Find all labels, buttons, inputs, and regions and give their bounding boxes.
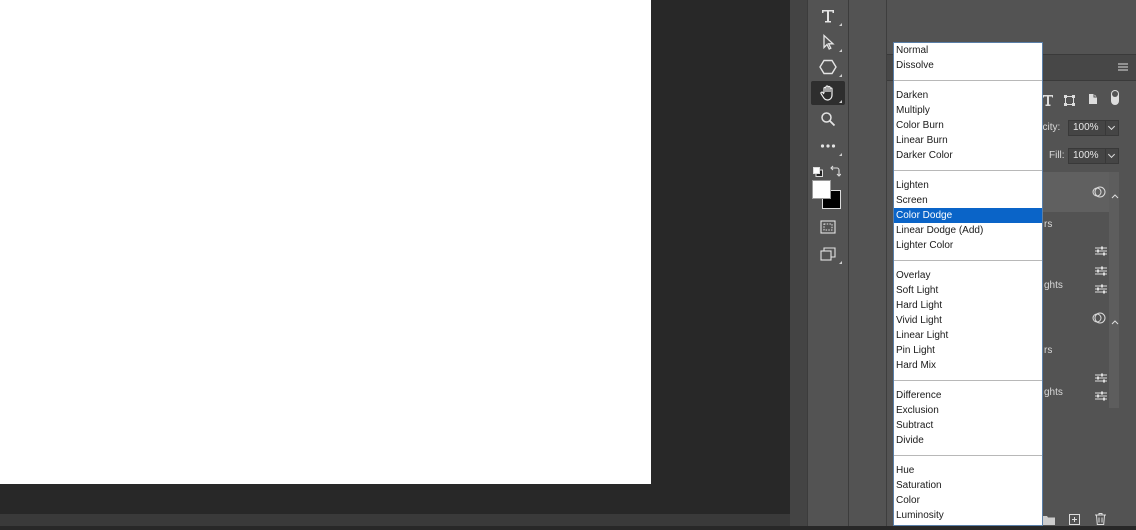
menu-separator: [894, 373, 1042, 388]
menu-separator: [894, 73, 1042, 88]
filter-options-icon[interactable]: [1095, 281, 1107, 299]
blend-mode-dropdown[interactable]: Normal Dissolve Darken Multiply Color Burn Li…: [893, 42, 1043, 526]
tool-flyout-indicator: [839, 23, 842, 26]
blend-mode-option[interactable]: Darken: [894, 88, 1042, 103]
expand-arrow-icon[interactable]: [1111, 312, 1119, 330]
arrow-icon: [823, 34, 835, 50]
panel-top-area: [887, 0, 1136, 40]
layer-label-partial: rs: [1044, 345, 1053, 356]
blend-mode-option[interactable]: Color Dodge: [894, 208, 1042, 223]
hexagon-icon: [819, 59, 837, 75]
blend-mode-option[interactable]: Linear Light: [894, 328, 1042, 343]
blend-mode-option[interactable]: Hard Light: [894, 298, 1042, 313]
hand-icon: [820, 85, 833, 101]
blend-mode-option[interactable]: Subtract: [894, 418, 1042, 433]
blend-mode-option[interactable]: Linear Burn: [894, 133, 1042, 148]
more-tools[interactable]: [811, 134, 845, 158]
blend-mode-option[interactable]: Lighten: [894, 178, 1042, 193]
opacity-dropdown-button[interactable]: [1105, 120, 1119, 136]
filter-options-icon[interactable]: [1095, 263, 1107, 281]
blend-mode-option[interactable]: Screen: [894, 193, 1042, 208]
magnifier-icon: [821, 112, 836, 127]
blend-mode-option[interactable]: Pin Light: [894, 343, 1042, 358]
type-icon: [822, 10, 834, 23]
blend-mode-option[interactable]: Dissolve: [894, 58, 1042, 73]
tool-flyout-indicator: [839, 153, 842, 156]
opacity-input[interactable]: 100%: [1068, 120, 1106, 136]
type-filter-icon[interactable]: [1043, 93, 1053, 111]
layers-scrollbar[interactable]: [1109, 172, 1119, 408]
menu-separator: [894, 448, 1042, 463]
layer-label-partial: rs: [1044, 219, 1053, 230]
smart-object-filter-icon[interactable]: [1088, 92, 1098, 110]
filter-options-icon[interactable]: [1095, 370, 1107, 388]
fill-input[interactable]: 100%: [1068, 148, 1106, 164]
blend-mode-option[interactable]: Soft Light: [894, 283, 1042, 298]
blend-mode-option[interactable]: Color Burn: [894, 118, 1042, 133]
quick-mask-mode[interactable]: [811, 215, 845, 239]
tool-flyout-indicator: [839, 49, 842, 52]
blend-mode-option[interactable]: Vivid Light: [894, 313, 1042, 328]
foreground-color-swatch[interactable]: [812, 180, 831, 199]
folder-icon[interactable]: [1043, 512, 1055, 530]
blend-mode-option[interactable]: Darker Color: [894, 148, 1042, 163]
smart-filter-visibility-icon[interactable]: [1092, 185, 1106, 203]
blend-mode-option[interactable]: Saturation: [894, 478, 1042, 493]
layers-panel-footer: [1040, 510, 1136, 526]
filter-options-icon[interactable]: [1095, 388, 1107, 406]
menu-separator: [894, 163, 1042, 178]
shape-tool[interactable]: [811, 55, 845, 79]
blend-mode-option[interactable]: Luminosity: [894, 508, 1042, 523]
swap-colors-icon[interactable]: [829, 164, 842, 177]
new-layer-icon[interactable]: [1069, 512, 1080, 530]
blend-mode-option[interactable]: Normal: [894, 43, 1042, 58]
blend-mode-option[interactable]: Exclusion: [894, 403, 1042, 418]
smart-filter-visibility-icon[interactable]: [1092, 311, 1106, 329]
blend-mode-list: Normal Dissolve Darken Multiply Color Burn Li…: [894, 43, 1042, 523]
hand-tool[interactable]: [811, 81, 845, 105]
status-bar: [0, 514, 790, 526]
default-colors-icon[interactable]: [813, 164, 823, 177]
panel-dock-column: [849, 0, 887, 526]
screen-mode-icon: [820, 247, 836, 261]
shape-filter-icon[interactable]: [1064, 93, 1075, 111]
quick-mask-icon: [820, 220, 836, 234]
fill-dropdown-button[interactable]: [1105, 148, 1119, 164]
canvas-area[interactable]: [0, 0, 790, 526]
blend-mode-option[interactable]: Difference: [894, 388, 1042, 403]
blend-mode-option[interactable]: Hard Mix: [894, 358, 1042, 373]
ellipsis-icon: [820, 144, 836, 148]
layer-label-partial: ghts: [1044, 280, 1063, 291]
fill-label: Fill:: [1049, 150, 1065, 161]
blend-mode-option[interactable]: Hue: [894, 463, 1042, 478]
filter-toggle[interactable]: [1111, 90, 1119, 105]
expand-arrow-icon[interactable]: [1111, 186, 1119, 204]
blend-mode-option[interactable]: Color: [894, 493, 1042, 508]
menu-separator: [894, 253, 1042, 268]
layer-label-partial: ghts: [1044, 387, 1063, 398]
filter-options-icon[interactable]: [1095, 243, 1107, 261]
toolbar-gutter: [790, 0, 807, 526]
tool-flyout-indicator: [839, 100, 842, 103]
document-canvas[interactable]: [0, 0, 651, 484]
tool-flyout-indicator: [839, 261, 842, 264]
blend-mode-option[interactable]: Multiply: [894, 103, 1042, 118]
zoom-tool[interactable]: [811, 107, 845, 131]
blend-mode-option[interactable]: Lighter Color: [894, 238, 1042, 253]
panel-menu-icon[interactable]: [1118, 63, 1128, 71]
type-tool[interactable]: [811, 4, 845, 28]
blend-mode-option[interactable]: Divide: [894, 433, 1042, 448]
screen-mode[interactable]: [811, 242, 845, 266]
tool-flyout-indicator: [839, 74, 842, 77]
trash-icon[interactable]: [1095, 512, 1106, 530]
blend-mode-option[interactable]: Overlay: [894, 268, 1042, 283]
path-selection-tool[interactable]: [811, 30, 845, 54]
blend-mode-option[interactable]: Linear Dodge (Add): [894, 223, 1042, 238]
tools-panel: [807, 0, 849, 526]
